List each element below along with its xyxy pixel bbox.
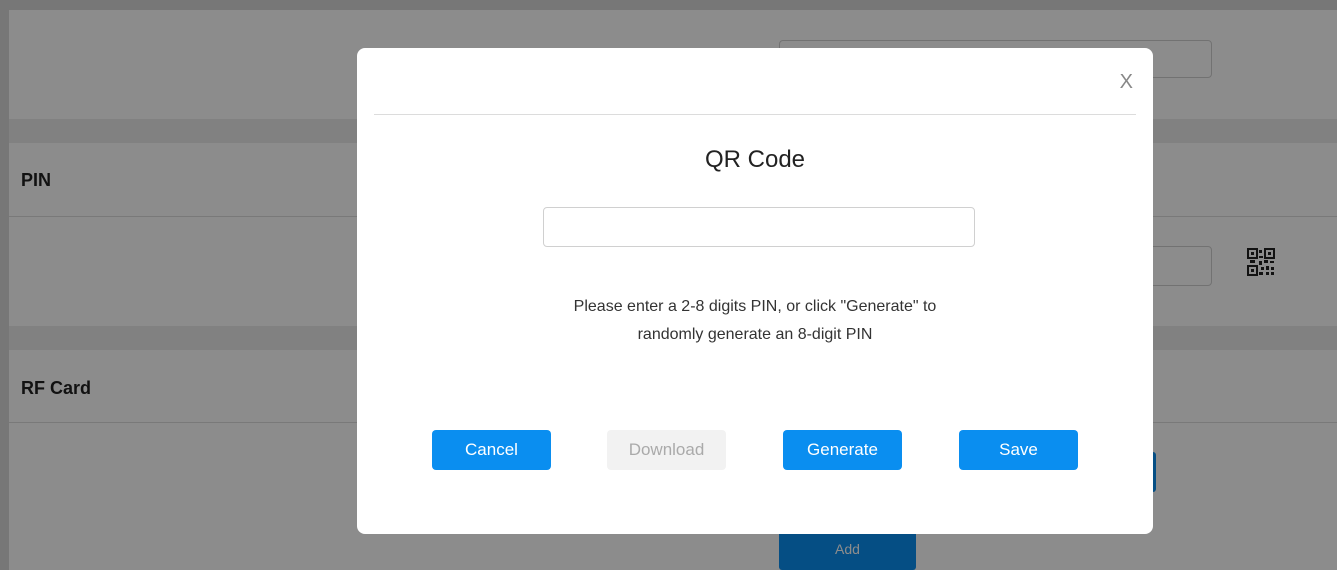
pin-hint-text: Please enter a 2-8 digits PIN, or click … [357,293,1153,349]
pin-hint-line-2: randomly generate an 8-digit PIN [637,326,873,343]
pin-hint-line-1: Please enter a 2-8 digits PIN, or click … [573,298,937,315]
download-button[interactable]: Download [607,430,726,470]
qr-code-dialog: X QR Code Please enter a 2-8 digits PIN,… [357,48,1153,534]
cancel-button[interactable]: Cancel [432,430,551,470]
close-icon[interactable]: X [1120,72,1133,92]
dialog-title: QR Code [704,146,806,173]
generate-button[interactable]: Generate [783,430,902,470]
dialog-header-divider [374,114,1136,115]
save-button[interactable]: Save [959,430,1078,470]
pin-input[interactable] [543,207,975,247]
